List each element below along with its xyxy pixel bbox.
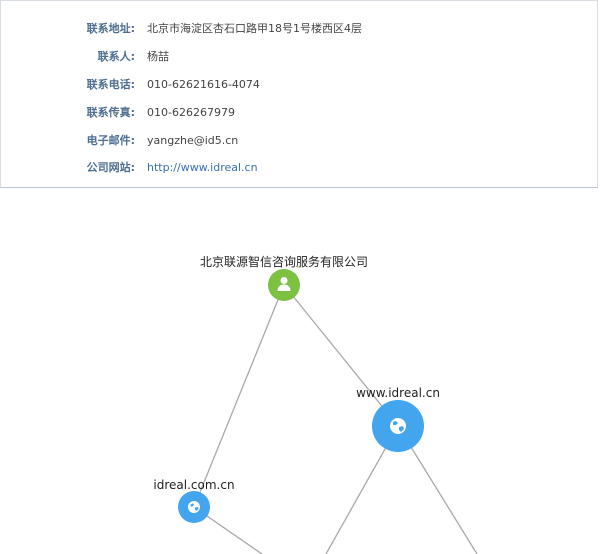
www-node[interactable]: [372, 400, 424, 452]
contact-row-phone: 联系电话: 010-62621616-4074: [1, 75, 599, 95]
fax-label: 联系传真:: [86, 106, 135, 119]
phone-value: 010-62621616-4074: [147, 78, 260, 91]
contact-person-label: 联系人:: [97, 50, 135, 63]
address-value: 北京市海淀区杏石口路甲18号1号楼西区4层: [147, 22, 362, 35]
globe-icon: [188, 501, 200, 513]
address-label: 联系地址:: [86, 22, 135, 35]
edge-company-www: [283, 284, 399, 427]
company-node[interactable]: [268, 269, 300, 301]
phone-label: 联系电话:: [86, 78, 135, 91]
website-link[interactable]: http://www.idreal.cn: [147, 158, 258, 178]
contact-person-value: 杨喆: [147, 50, 169, 63]
email-label: 电子邮件:: [86, 134, 135, 147]
com-node-label: idreal.com.cn: [153, 478, 234, 492]
fax-value: 010-626267979: [147, 106, 235, 119]
email-value: yangzhe@id5.cn: [147, 134, 239, 147]
globe-icon: [390, 418, 406, 434]
contact-info-panel: 联系地址: 北京市海淀区杏石口路甲18号1号楼西区4层 联系人: 杨喆 联系电话…: [0, 0, 598, 188]
website-label: 公司网站:: [86, 161, 135, 174]
com-node[interactable]: [178, 491, 210, 523]
contact-row-email: 电子邮件: yangzhe@id5.cn: [1, 131, 599, 151]
contact-row-fax: 联系传真: 010-626267979: [1, 103, 599, 123]
relationship-graph: 北京联源智信咨询服务有限公司 www.idreal.cn idreal.com.…: [153, 254, 478, 554]
www-node-label: www.idreal.cn: [356, 386, 440, 400]
company-node-label: 北京联源智信咨询服务有限公司: [200, 254, 368, 269]
page: 联系地址: 北京市海淀区杏石口路甲18号1号楼西区4层 联系人: 杨喆 联系电话…: [0, 0, 600, 554]
contact-row-person: 联系人: 杨喆: [1, 47, 599, 67]
contact-row-address: 联系地址: 北京市海淀区杏石口路甲18号1号楼西区4层: [1, 19, 599, 39]
edge-company-com: [193, 284, 285, 508]
contact-row-website: 公司网站: http://www.idreal.cn: [1, 158, 599, 178]
